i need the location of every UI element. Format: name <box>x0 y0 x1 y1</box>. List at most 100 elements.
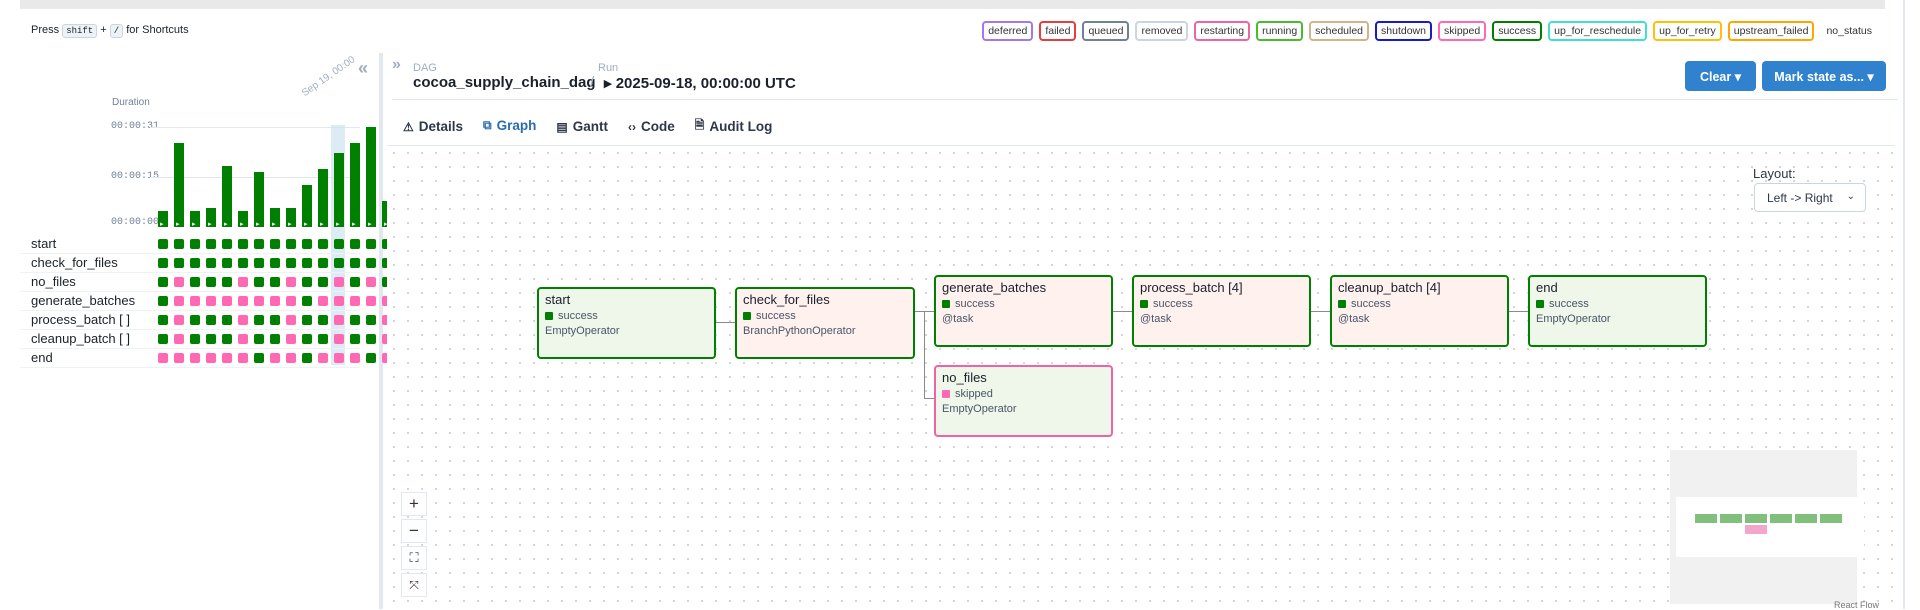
tab-gantt[interactable]: ▤ Gantt <box>546 112 618 147</box>
legend-chip-scheduled[interactable]: scheduled <box>1309 21 1370 41</box>
legend-chip-deferred[interactable]: deferred <box>982 21 1034 41</box>
duration-bar[interactable] <box>254 172 264 228</box>
task-row-label[interactable]: no_files <box>31 274 76 289</box>
task-instance-success[interactable] <box>350 315 360 325</box>
task-instance-skipped[interactable] <box>238 315 248 325</box>
task-instance-success[interactable] <box>158 334 168 344</box>
task-instance-success[interactable] <box>318 334 328 344</box>
duration-bar[interactable] <box>206 208 216 228</box>
task-instance-skipped[interactable] <box>270 353 280 363</box>
duration-bar[interactable] <box>190 211 200 228</box>
task-instance-success[interactable] <box>254 334 264 344</box>
task-instance-skipped[interactable] <box>206 296 216 306</box>
task-instance-skipped[interactable] <box>286 353 296 363</box>
task-instance-success[interactable] <box>286 239 296 249</box>
task-instance-success[interactable] <box>190 315 200 325</box>
dag-name-link[interactable]: cocoa_supply_chain_dag <box>413 74 596 91</box>
fit-view-button[interactable]: ⛶ <box>401 546 427 570</box>
task-instance-skipped[interactable] <box>350 353 360 363</box>
graph-node-generate-batches[interactable]: generate_batches success @task <box>934 275 1113 347</box>
task-instance-skipped[interactable] <box>286 334 296 344</box>
duration-bar[interactable] <box>334 153 344 228</box>
graph-node-start[interactable]: start success EmptyOperator <box>537 287 716 359</box>
task-instance-success[interactable] <box>350 239 360 249</box>
task-instance-success[interactable] <box>318 315 328 325</box>
task-instance-success[interactable] <box>302 296 312 306</box>
task-instance-success[interactable] <box>158 315 168 325</box>
task-instance-skipped[interactable] <box>238 334 248 344</box>
duration-bar[interactable] <box>222 166 232 228</box>
legend-chip-success[interactable]: success <box>1492 21 1543 41</box>
duration-bar[interactable] <box>318 169 328 228</box>
task-instance-skipped[interactable] <box>238 296 248 306</box>
task-instance-skipped[interactable] <box>190 296 200 306</box>
task-instance-success[interactable] <box>222 239 232 249</box>
task-instance-success[interactable] <box>366 239 376 249</box>
legend-chip-skipped[interactable]: skipped <box>1437 21 1487 41</box>
legend-chip-no-status[interactable]: no_status <box>1820 23 1878 39</box>
task-instance-success[interactable] <box>190 277 200 287</box>
task-instance-skipped[interactable] <box>318 296 328 306</box>
toggle-interactivity-button[interactable]: ⤧ <box>401 573 427 597</box>
duration-bar[interactable] <box>302 185 312 228</box>
task-instance-success[interactable] <box>270 239 280 249</box>
task-instance-success[interactable] <box>270 277 280 287</box>
graph-node-end[interactable]: end success EmptyOperator <box>1528 275 1707 347</box>
task-instance-success[interactable] <box>350 277 360 287</box>
task-instance-skipped[interactable] <box>174 296 184 306</box>
task-instance-success[interactable] <box>334 258 344 268</box>
expand-arrow-icon[interactable]: » <box>392 56 401 74</box>
task-instance-success[interactable] <box>174 239 184 249</box>
task-instance-success[interactable] <box>366 315 376 325</box>
legend-chip-upstream-failed[interactable]: upstream_failed <box>1727 21 1815 41</box>
task-instance-skipped[interactable] <box>334 296 344 306</box>
task-instance-skipped[interactable] <box>366 277 376 287</box>
graph-node-cleanup-batch[interactable]: cleanup_batch [4] success @task <box>1330 275 1509 347</box>
task-instance-success[interactable] <box>302 315 312 325</box>
legend-chip-shutdown[interactable]: shutdown <box>1375 21 1432 41</box>
task-instance-success[interactable] <box>366 334 376 344</box>
task-instance-success[interactable] <box>318 239 328 249</box>
task-instance-success[interactable] <box>302 258 312 268</box>
run-name-link[interactable]: ▸ 2025-09-18, 00:00:00 UTC <box>604 74 796 92</box>
legend-chip-up-for-reschedule[interactable]: up_for_reschedule <box>1548 21 1648 41</box>
task-instance-success[interactable] <box>222 315 232 325</box>
duration-bar[interactable] <box>238 211 248 228</box>
task-instance-success[interactable] <box>158 258 168 268</box>
task-row-label[interactable]: check_for_files <box>31 255 118 270</box>
task-instance-success[interactable] <box>158 296 168 306</box>
legend-chip-running[interactable]: running <box>1256 21 1304 41</box>
task-instance-skipped[interactable] <box>222 296 232 306</box>
tab-code[interactable]: ‹› Code <box>618 112 685 147</box>
task-instance-skipped[interactable] <box>334 277 344 287</box>
task-instance-success[interactable] <box>254 315 264 325</box>
task-instance-skipped[interactable] <box>318 353 328 363</box>
task-instance-success[interactable] <box>318 258 328 268</box>
task-instance-success[interactable] <box>270 258 280 268</box>
task-instance-skipped[interactable] <box>286 296 296 306</box>
task-instance-success[interactable] <box>302 334 312 344</box>
task-instance-skipped[interactable] <box>158 353 168 363</box>
task-instance-success[interactable] <box>158 277 168 287</box>
panel-divider[interactable] <box>379 53 383 609</box>
legend-chip-removed[interactable]: removed <box>1135 21 1189 41</box>
graph-node-no-files[interactable]: no_files skipped EmptyOperator <box>934 365 1113 437</box>
task-instance-success[interactable] <box>302 353 312 363</box>
task-instance-success[interactable] <box>190 239 200 249</box>
task-instance-success[interactable] <box>238 258 248 268</box>
task-instance-success[interactable] <box>270 315 280 325</box>
task-instance-skipped[interactable] <box>174 277 184 287</box>
task-instance-skipped[interactable] <box>254 296 264 306</box>
task-instance-skipped[interactable] <box>222 353 232 363</box>
task-instance-success[interactable] <box>254 258 264 268</box>
legend-chip-queued[interactable]: queued <box>1082 21 1130 41</box>
mark-state-button[interactable]: Mark state as... ▾ <box>1762 61 1886 91</box>
task-instance-success[interactable] <box>286 258 296 268</box>
task-instance-skipped[interactable] <box>286 277 296 287</box>
tab-details[interactable]: ⚠ Details <box>393 112 473 147</box>
task-instance-success[interactable] <box>254 353 264 363</box>
task-instance-success[interactable] <box>318 277 328 287</box>
duration-bar[interactable] <box>286 208 296 228</box>
graph-node-process-batch[interactable]: process_batch [4] success @task <box>1132 275 1311 347</box>
task-instance-skipped[interactable] <box>286 315 296 325</box>
